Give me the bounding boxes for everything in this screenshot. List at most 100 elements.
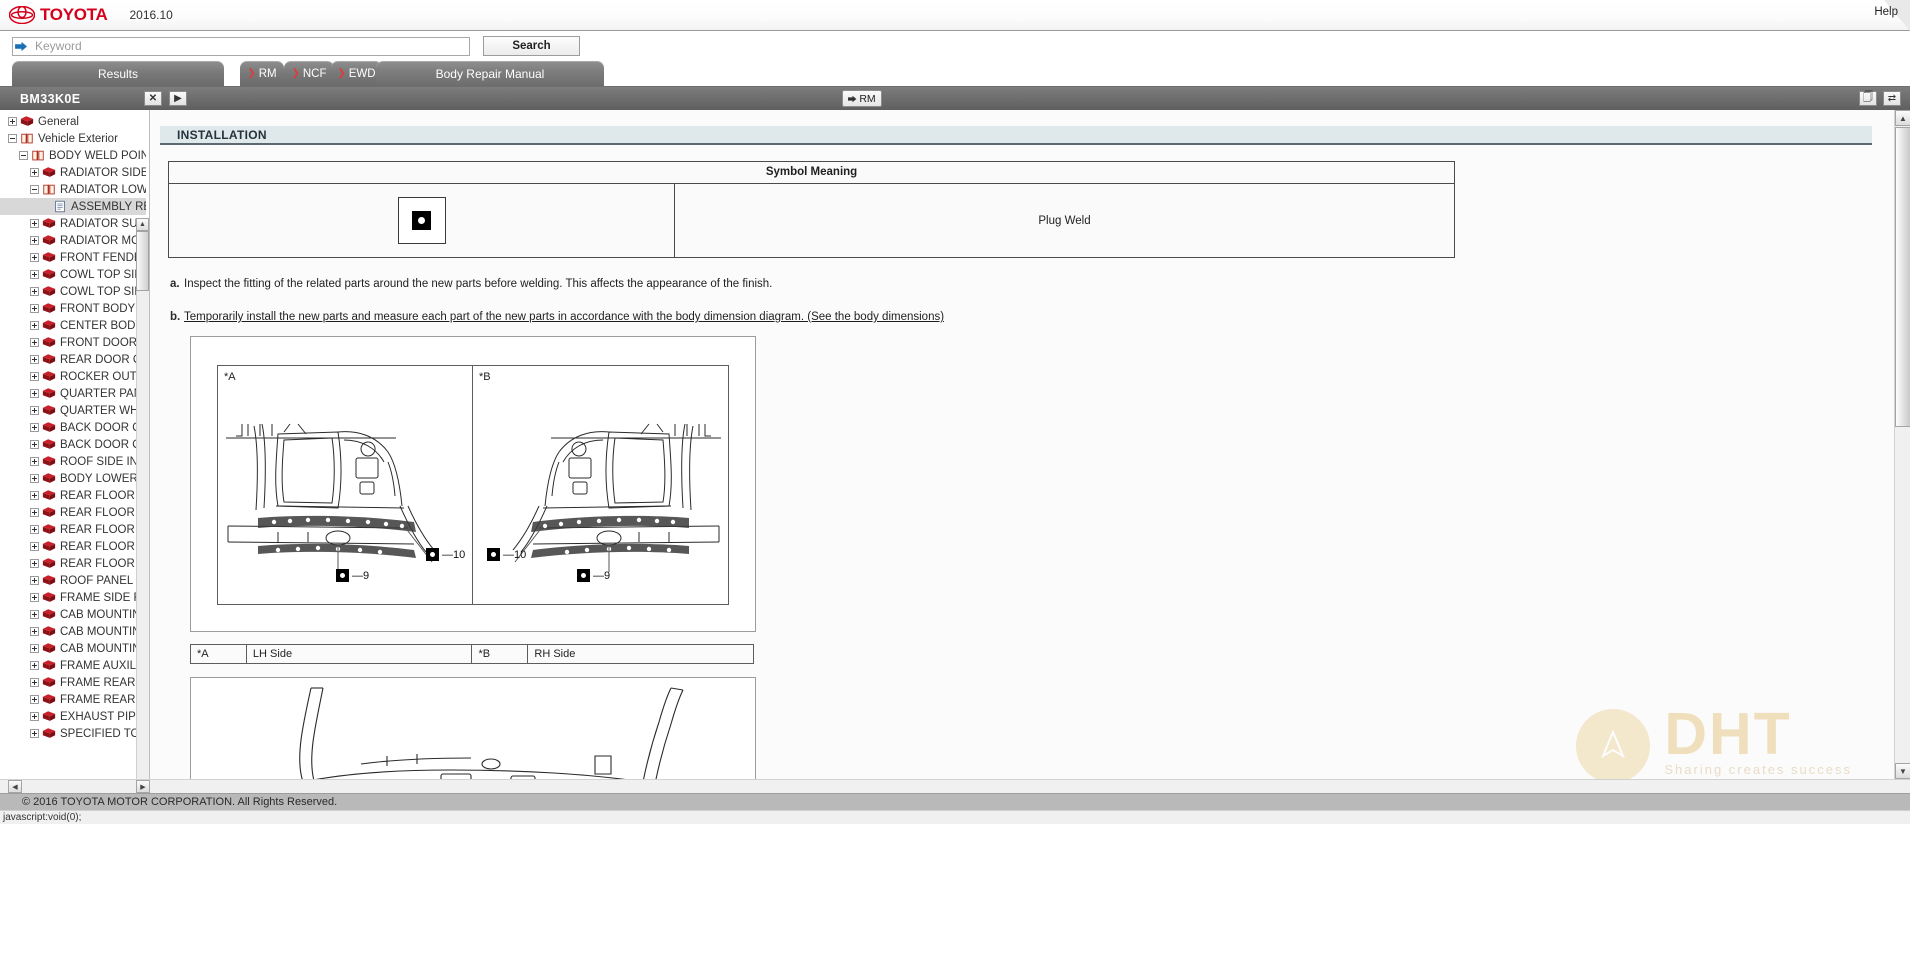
- sidebar-item-cab-mounting-m[interactable]: CAB MOUNTING M: [0, 606, 146, 623]
- sidebar-item-frame-rear-cro[interactable]: FRAME REAR CRO: [0, 691, 146, 708]
- expand-node-icon[interactable]: [8, 117, 17, 126]
- search-input[interactable]: [12, 36, 470, 56]
- expand-node-icon[interactable]: [30, 661, 39, 670]
- expand-node-icon[interactable]: [30, 304, 39, 313]
- sidebar-item-cab-mounting-m[interactable]: CAB MOUNTING M: [0, 640, 146, 657]
- expand-node-icon[interactable]: [30, 270, 39, 279]
- sidebar-item-rear-floor-pan[interactable]: REAR FLOOR PAN: [0, 504, 146, 521]
- main-scrollbar-thumb[interactable]: [1895, 127, 1910, 427]
- scroll-left-button[interactable]: ◀: [8, 780, 22, 793]
- expand-node-icon[interactable]: [30, 695, 39, 704]
- main-scroll-up-button[interactable]: ▲: [1895, 110, 1910, 126]
- scroll-right-button[interactable]: ▶: [136, 780, 150, 793]
- sidebar-item-rear-floor-cro[interactable]: REAR FLOOR CRO: [0, 487, 146, 504]
- sidebar-item-front-body-pill[interactable]: FRONT BODY PILL: [0, 300, 146, 317]
- sidebar-item-exhaust-pipe-su[interactable]: EXHAUST PIPE SU: [0, 708, 146, 725]
- sidebar-item-frame-side-rail[interactable]: FRAME SIDE RAIL: [0, 589, 146, 606]
- sidebar-item-label: QUARTER WHEEL: [60, 404, 146, 417]
- sidebar-item-label: COWL TOP SIDE U: [60, 268, 146, 281]
- sidebar-item-cab-mounting-m[interactable]: CAB MOUNTING M: [0, 623, 146, 640]
- sidebar-scrollbar-thumb[interactable]: [136, 231, 149, 291]
- sidebar-item-roof-panel[interactable]: ROOF PANEL: [0, 572, 146, 589]
- sidebar-item-quarter-wheel[interactable]: QUARTER WHEEL: [0, 402, 146, 419]
- expand-node-icon[interactable]: [30, 321, 39, 330]
- sidebar-item-rear-floor-side[interactable]: REAR FLOOR SIDE: [0, 538, 146, 555]
- expand-node-icon[interactable]: [30, 729, 39, 738]
- sidebar-item-radiator-lower[interactable]: RADIATOR LOWER: [0, 181, 146, 198]
- sidebar-item-center-body-pil[interactable]: CENTER BODY PIL: [0, 317, 146, 334]
- sidebar-item-body-lower-bac[interactable]: BODY LOWER BAC: [0, 470, 146, 487]
- main-scrollbar[interactable]: ▲ ▼: [1894, 110, 1910, 779]
- expand-node-icon[interactable]: [30, 542, 39, 551]
- sidebar-item-radiator-suppo[interactable]: RADIATOR SUPPO: [0, 215, 146, 232]
- expand-node-icon[interactable]: [30, 219, 39, 228]
- sidebar-item-front-fender-a[interactable]: FRONT FENDER A: [0, 249, 146, 266]
- tab-body-repair-manual[interactable]: Body Repair Manual: [376, 61, 604, 86]
- main-scroll-down-button[interactable]: ▼: [1895, 763, 1910, 779]
- sidebar-item-cowl-top-side-u[interactable]: COWL TOP SIDE U: [0, 266, 146, 283]
- sidebar-item-front-door-out[interactable]: FRONT DOOR OUT: [0, 334, 146, 351]
- tab-ncf[interactable]: ❯ NCF: [284, 61, 334, 86]
- expand-node-icon[interactable]: [30, 287, 39, 296]
- expand-node-icon[interactable]: [30, 168, 39, 177]
- expand-node-icon[interactable]: [30, 508, 39, 517]
- expand-node-icon[interactable]: [30, 389, 39, 398]
- expand-node-icon[interactable]: [30, 457, 39, 466]
- sidebar-item-assembly-repla[interactable]: ASSEMBLY REPLA: [0, 198, 146, 215]
- expand-node-icon[interactable]: [30, 559, 39, 568]
- restore-window-icon[interactable]: 🗍: [1859, 91, 1877, 106]
- collapse-node-icon[interactable]: [8, 134, 17, 143]
- expand-node-icon[interactable]: [30, 644, 39, 653]
- tab-results[interactable]: Results: [12, 61, 224, 86]
- expand-node-icon[interactable]: [30, 576, 39, 585]
- expand-node-icon[interactable]: [30, 423, 39, 432]
- tab-ewd[interactable]: ❯ EWD: [331, 61, 382, 86]
- expand-node-icon[interactable]: [30, 338, 39, 347]
- collapse-node-icon[interactable]: [19, 151, 28, 160]
- sidebar-scrollbar-track[interactable]: [136, 231, 149, 779]
- expand-node-icon[interactable]: [30, 355, 39, 364]
- expand-node-icon[interactable]: [30, 253, 39, 262]
- sidebar-item-specified-torqu[interactable]: SPECIFIED TORQU: [0, 725, 146, 742]
- maximize-window-icon[interactable]: ⇄: [1883, 91, 1901, 106]
- rm-jump-button[interactable]: RM: [842, 90, 882, 107]
- expand-node-icon[interactable]: [30, 372, 39, 381]
- sidebar-item-radiator-mount[interactable]: RADIATOR MOUNT: [0, 232, 146, 249]
- expand-node-icon[interactable]: [30, 525, 39, 534]
- sidebar-item-rear-floor-side[interactable]: REAR FLOOR SIDE: [0, 555, 146, 572]
- expand-node-icon[interactable]: [30, 627, 39, 636]
- step-b-text[interactable]: Temporarily install the new parts and me…: [184, 311, 944, 323]
- expand-node-icon[interactable]: [30, 593, 39, 602]
- expand-node-icon[interactable]: [30, 406, 39, 415]
- sidebar-item-rear-door-oute[interactable]: REAR DOOR OUTE: [0, 351, 146, 368]
- sidebar-item-body-weld-point[interactable]: BODY WELD POINT: [0, 147, 146, 164]
- collapse-node-icon[interactable]: [30, 185, 39, 194]
- help-link[interactable]: Help: [1874, 6, 1898, 18]
- sidebar-item-roof-side-inner[interactable]: ROOF SIDE INNER: [0, 453, 146, 470]
- toyota-logo[interactable]: TOYOTA: [9, 5, 108, 25]
- sidebar-scroll-up-button[interactable]: ▲: [136, 218, 149, 231]
- sidebar-item-radiator-side-s[interactable]: RADIATOR SIDE S: [0, 164, 146, 181]
- sidebar-item-rocker-outer-p[interactable]: ROCKER OUTER P: [0, 368, 146, 385]
- tab-rm[interactable]: ❯ RM: [240, 61, 284, 86]
- sidebar-item-vehicle-exterior[interactable]: Vehicle Exterior: [0, 130, 146, 147]
- expand-node-icon[interactable]: [30, 236, 39, 245]
- sidebar-item-quarter-panel[interactable]: QUARTER PANEL: [0, 385, 146, 402]
- expand-node-icon[interactable]: [30, 440, 39, 449]
- sidebar-item-back-door-open[interactable]: BACK DOOR OPEN: [0, 419, 146, 436]
- sidebar-item-rear-floor-side[interactable]: REAR FLOOR SIDE: [0, 521, 146, 538]
- sidebar-item-cowl-top-side-f[interactable]: COWL TOP SIDE F: [0, 283, 146, 300]
- horizontal-scrollbar[interactable]: ◀ ▶: [0, 779, 1910, 793]
- sidebar-item-frame-auxiliary[interactable]: FRAME AUXILIARY: [0, 657, 146, 674]
- expand-node-icon[interactable]: [30, 610, 39, 619]
- sidebar-item-frame-rear-fro[interactable]: FRAME REAR FRO: [0, 674, 146, 691]
- sidebar-item-general[interactable]: General: [0, 113, 146, 130]
- expand-node-icon[interactable]: [30, 474, 39, 483]
- expand-node-icon[interactable]: [30, 712, 39, 721]
- sidebar-item-back-door-open[interactable]: BACK DOOR OPEN: [0, 436, 146, 453]
- expand-node-icon[interactable]: [30, 678, 39, 687]
- expand-node-icon[interactable]: [30, 491, 39, 500]
- next-document-button[interactable]: ▶: [169, 91, 187, 106]
- search-button[interactable]: Search: [483, 36, 580, 56]
- close-document-button[interactable]: ✕: [144, 91, 162, 106]
